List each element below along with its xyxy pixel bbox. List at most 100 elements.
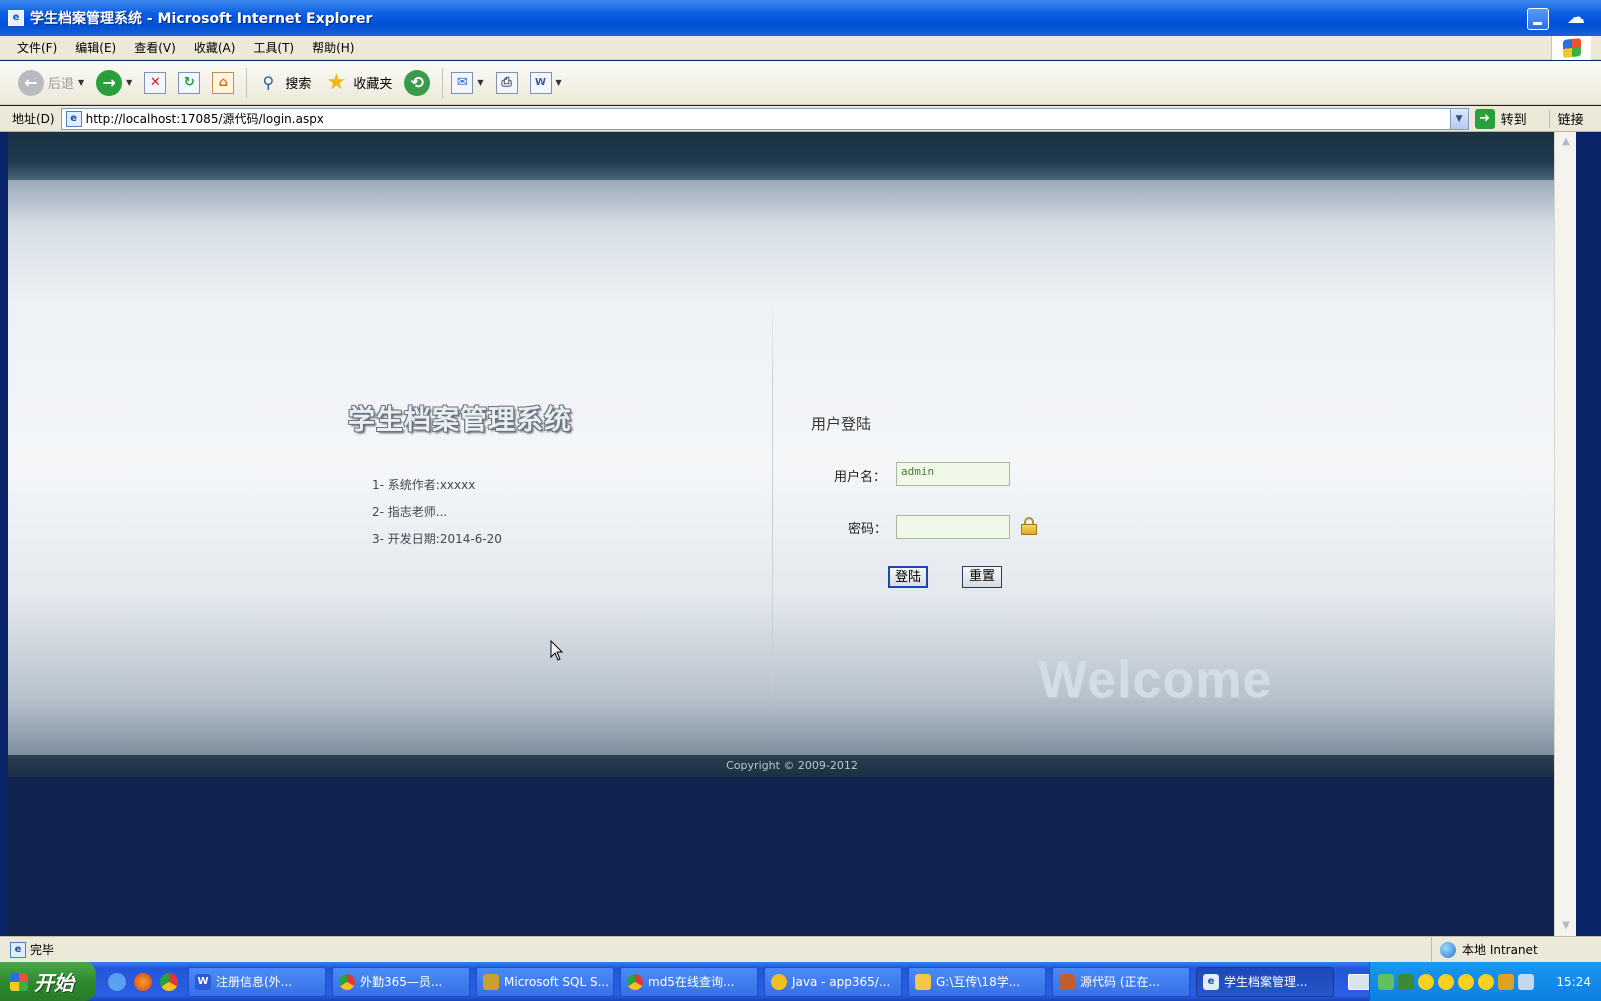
shield-icon[interactable] [1398, 973, 1414, 990]
task-label: Microsoft SQL S... [504, 974, 610, 989]
print-button[interactable]: ⎙ [492, 66, 522, 100]
task-label: md5在线查询... [648, 975, 735, 989]
task-label: 注册信息(外... [216, 975, 293, 989]
system-tray: 15:24 [1369, 962, 1601, 1001]
go-button[interactable]: ➜ 转到 [1474, 108, 1527, 129]
search-button[interactable]: ⚲ 搜索 [251, 66, 315, 100]
scroll-down-icon[interactable]: ▼ [1558, 918, 1574, 934]
task-label: 源代码 (正在... [1080, 975, 1160, 989]
qq-icon[interactable] [1418, 973, 1434, 990]
home-button[interactable]: ⌂ [208, 66, 238, 100]
star-icon: ★ [326, 69, 347, 95]
chevron-down-icon[interactable]: ▼ [1449, 108, 1468, 129]
windows-logo [1551, 36, 1591, 60]
links-button[interactable]: 链接 [1548, 109, 1584, 128]
mail-button[interactable]: ✉ ▼ [447, 66, 487, 100]
start-label: 开始 [34, 971, 74, 995]
qq-icon[interactable] [1438, 973, 1454, 990]
taskbar-item[interactable]: G:\互传\18学... [908, 966, 1046, 997]
eclipse-icon [771, 973, 787, 990]
network-icon[interactable] [1378, 973, 1394, 990]
clock: 15:24 [1556, 974, 1591, 989]
password-input[interactable] [896, 515, 1010, 539]
qq-icon[interactable] [1478, 973, 1494, 990]
login-panel: 学生档案管理系统 1- 系统作者:xxxxx 2- 指志老师... 3- 开发日… [8, 180, 1576, 755]
lock-icon [1021, 517, 1037, 535]
vertical-scrollbar[interactable]: ▲ ▼ [1554, 132, 1576, 936]
favorites-label: 收藏夹 [353, 77, 393, 92]
menu-help[interactable]: 帮助(H) [303, 39, 363, 56]
status-bar: e 完毕 本地 Intranet [0, 936, 1601, 962]
antivirus-icon[interactable] [1498, 973, 1514, 990]
word-icon: W [195, 973, 211, 990]
minimize-button[interactable] [1527, 8, 1549, 30]
ie-quicklaunch-icon[interactable] [108, 972, 126, 991]
login-title: 用户登陆 [811, 415, 872, 433]
refresh-icon: ↻ [178, 71, 201, 94]
chevron-down-icon[interactable]: ▼ [477, 78, 483, 87]
volume-icon[interactable] [1518, 973, 1534, 990]
taskbar-item[interactable]: 外勤365—员... [332, 966, 470, 997]
page-viewport: 学生档案管理系统 1- 系统作者:xxxxx 2- 指志老师... 3- 开发日… [8, 132, 1576, 936]
mail-icon: ✉ [451, 71, 474, 94]
keyboard-icon[interactable] [1348, 973, 1370, 990]
page-bottom [8, 777, 1576, 936]
menu-favorites[interactable]: 收藏(A) [185, 39, 245, 56]
taskbar-item[interactable]: Microsoft SQL S... [476, 966, 614, 997]
chevron-down-icon[interactable]: ▼ [78, 78, 84, 87]
header-band [8, 132, 1576, 180]
ie-page-icon: e [10, 941, 26, 958]
refresh-button[interactable]: ↻ [174, 66, 204, 100]
address-bar: 地址(D) e http://localhost:17085/源代码/login… [0, 106, 1601, 132]
address-input[interactable]: e http://localhost:17085/源代码/login.aspx … [60, 107, 1469, 130]
taskbar-item[interactable]: 源代码 (正在... [1052, 966, 1190, 997]
zone-label: 本地 Intranet [1462, 943, 1538, 957]
menu-file[interactable]: 文件(F) [8, 39, 66, 56]
chevron-down-icon[interactable]: ▼ [556, 78, 562, 87]
taskbar-item[interactable]: md5在线查询... [620, 966, 758, 997]
taskbar-item[interactable]: Java - app365/... [764, 966, 902, 997]
login-button[interactable]: 登陆 [888, 566, 928, 588]
go-label: 转到 [1500, 113, 1527, 128]
password-label: 密码： [848, 522, 888, 537]
stop-button[interactable]: ✕ [140, 66, 170, 100]
forward-button[interactable]: → ▼ [92, 66, 136, 100]
printer-icon: ⎙ [495, 71, 518, 94]
go-arrow-icon: ➜ [1474, 108, 1495, 129]
taskbar-item-active[interactable]: e 学生档案管理... [1196, 966, 1334, 997]
address-url[interactable]: http://localhost:17085/源代码/login.aspx [86, 110, 324, 127]
history-button[interactable]: ⟲ [400, 66, 434, 100]
chevron-down-icon[interactable]: ▼ [126, 78, 132, 87]
toolbar-separator [442, 67, 444, 98]
ie-page-icon: e [1203, 973, 1219, 990]
edit-button[interactable]: W ▼ [526, 66, 566, 100]
history-icon: ⟲ [404, 69, 431, 96]
toolbar-separator [246, 67, 248, 98]
windows-flag-icon [1562, 38, 1581, 58]
address-label: 地址(D) [12, 112, 55, 126]
favorites-button[interactable]: ★ 收藏夹 [319, 66, 396, 100]
scroll-up-icon[interactable]: ▲ [1558, 134, 1574, 150]
start-button[interactable]: 开始 [0, 962, 96, 1001]
cloud-icon[interactable]: ☁ [1561, 6, 1591, 30]
visual-studio-icon [1059, 973, 1075, 990]
back-label: 后退 [48, 77, 75, 92]
menu-view[interactable]: 查看(V) [125, 39, 185, 56]
firefox-icon[interactable] [134, 972, 152, 991]
search-label: 搜索 [285, 77, 312, 92]
menu-tools[interactable]: 工具(T) [244, 39, 303, 56]
security-zone[interactable]: 本地 Intranet [1431, 937, 1601, 962]
search-icon: ⚲ [262, 72, 275, 92]
username-input[interactable]: admin [896, 462, 1010, 486]
back-button[interactable]: ← 后退 ▼ [14, 66, 88, 100]
taskbar-item[interactable]: W 注册信息(外... [188, 966, 326, 997]
chrome-icon[interactable] [160, 972, 178, 991]
chrome-icon [627, 973, 643, 990]
stop-icon: ✕ [144, 71, 167, 94]
menu-edit[interactable]: 编辑(E) [66, 39, 125, 56]
reset-button[interactable]: 重置 [962, 566, 1002, 588]
info-item: 2- 指志老师... [372, 505, 448, 519]
taskbar: 开始 W 注册信息(外... 外勤365—员... Microsoft SQL S… [0, 962, 1601, 1001]
windows-flag-icon [10, 972, 28, 991]
qq-icon[interactable] [1458, 973, 1474, 990]
